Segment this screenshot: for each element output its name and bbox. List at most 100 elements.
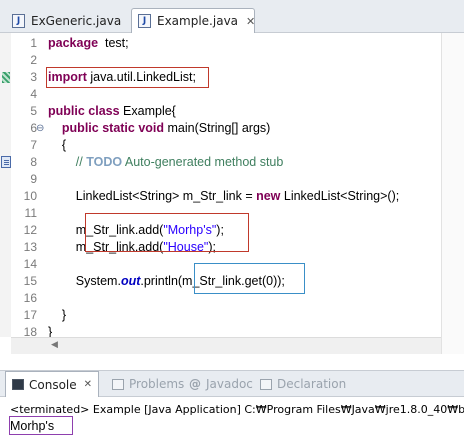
code-text: // TODO Auto-generated method stub (48, 154, 284, 171)
fold-toggle-icon[interactable]: ⊖ (36, 120, 46, 137)
code-token: out (120, 274, 141, 288)
code-token: ); (208, 240, 216, 254)
code-line[interactable]: 11 (0, 205, 441, 222)
code-line[interactable]: 6 ⊖ public static void main(String[] args… (0, 120, 441, 137)
code-token: test; (98, 36, 129, 50)
tab-label: Console (29, 377, 77, 392)
code-text: package test; (48, 35, 129, 52)
code-token: } (48, 308, 67, 322)
code-token: .println(m_Str_link.get(0)); (140, 274, 285, 288)
terminated-status: <terminated> Example [Java Application] … (10, 403, 464, 416)
code-line[interactable]: 10 LinkedList<String> m_Str_link = new L… (0, 188, 441, 205)
code-line[interactable]: 4 (0, 86, 441, 103)
code-line[interactable]: 14 (0, 256, 441, 273)
line-number: 10 (23, 189, 37, 203)
code-token: java.util.LinkedList; (86, 70, 196, 84)
code-token: System. (48, 274, 121, 288)
code-line[interactable]: 15 System.out.println(m_Str_link.get(0))… (0, 273, 441, 290)
code-line[interactable]: 9 (0, 171, 441, 188)
code-text: System.out.println(m_Str_link.get(0)); (48, 273, 285, 290)
task-marker-icon (1, 156, 11, 168)
declaration-icon (260, 378, 272, 390)
tab-problems[interactable]: Problems (112, 371, 184, 397)
code-text: public class Example{ (48, 103, 176, 120)
code-line[interactable]: 17 } (0, 307, 441, 324)
line-number: 14 (23, 257, 37, 271)
code-token: TODO (86, 155, 123, 169)
code-token: m_Str_link.add( (48, 240, 164, 254)
code-token: { (48, 138, 67, 152)
line-number: 17 (23, 308, 37, 322)
code-token: LinkedList<String> m_Str_link = (48, 189, 257, 203)
code-token: class (88, 104, 120, 118)
code-token: public (61, 121, 99, 135)
code-line[interactable]: 7 { (0, 137, 441, 154)
code-text: m_Str_link.add("Morhp's"); (48, 222, 224, 239)
java-file-icon: J (12, 13, 25, 28)
line-number: 3 (30, 70, 37, 84)
code-line[interactable]: 8 // TODO Auto-generated method stub (0, 154, 441, 171)
java-file-icon: J (138, 14, 151, 28)
code-line[interactable]: 16 (0, 290, 441, 307)
problems-icon (112, 378, 124, 390)
code-text: public static void main(String[] args) (48, 120, 270, 137)
line-number: 9 (30, 172, 37, 186)
tab-console[interactable]: Console ✕ (5, 371, 100, 397)
horizontal-scrollbar[interactable]: ◀ (11, 337, 441, 354)
line-number: 2 (30, 53, 37, 67)
code-token: Example{ (119, 104, 176, 118)
line-number: 4 (30, 87, 37, 101)
code-token: "Morhp's" (163, 223, 217, 237)
line-number: 8 (30, 155, 37, 169)
code-line[interactable]: 13 m_Str_link.add("House"); (0, 239, 441, 256)
code-text: } (48, 307, 66, 324)
code-token: new (256, 189, 281, 203)
line-number: 16 (23, 291, 37, 305)
editor-tab-bar: J ExGeneric.java J Example.java ✕ (0, 0, 464, 33)
line-number: 1 (30, 36, 37, 50)
javadoc-icon: @ (189, 377, 201, 391)
code-text: LinkedList<String> m_Str_link = new Link… (48, 188, 399, 205)
tab-label: ExGeneric.java (31, 13, 122, 28)
close-icon[interactable]: ✕ (246, 15, 255, 28)
change-marker-icon (2, 72, 10, 83)
code-token: ); (216, 223, 224, 237)
code-token: package (48, 36, 99, 50)
code-token: import (48, 70, 87, 84)
tab-exgeneric[interactable]: J ExGeneric.java (8, 8, 130, 33)
code-text: m_Str_link.add("House"); (48, 239, 216, 256)
console-tab-bar: Console ✕ Problems @ Javadoc Declaration (0, 370, 464, 397)
code-line[interactable]: 3 import java.util.LinkedList; (0, 69, 441, 86)
tab-label: Problems (129, 377, 185, 391)
code-line[interactable]: 5 public class Example{ (0, 103, 441, 120)
tab-javadoc[interactable]: @ Javadoc (189, 371, 253, 397)
tab-label: Example.java (157, 14, 239, 28)
code-line[interactable]: 1 package test; (0, 35, 441, 52)
code-text: import java.util.LinkedList; (48, 69, 196, 86)
line-number: 6 (30, 121, 37, 135)
console-icon (12, 379, 24, 390)
code-token: public (48, 104, 85, 118)
code-token: void (138, 121, 165, 135)
tab-label: Declaration (277, 377, 347, 391)
code-token: Auto-generated method stub (122, 155, 284, 169)
close-icon[interactable]: ✕ (84, 379, 92, 390)
vertical-scrollbar[interactable] (441, 33, 464, 354)
line-number: 12 (23, 223, 37, 237)
code-token: m_Str_link.add( (48, 223, 164, 237)
scroll-left-icon[interactable]: ◀ (51, 340, 58, 350)
console-output-line: Morhp's (10, 419, 55, 433)
tab-label: Javadoc (206, 377, 253, 391)
code-token: main(String[] args) (164, 121, 271, 135)
code-line[interactable]: 12 m_Str_link.add("Morhp's"); (0, 222, 441, 239)
code-editor[interactable]: 1 package test; 2 3 import java.util.LinkedL… (0, 33, 441, 354)
tab-declaration[interactable]: Declaration (260, 371, 346, 397)
console-output-area[interactable]: <terminated> Example [Java Application] … (0, 397, 464, 437)
tab-example[interactable]: J Example.java ✕ (131, 8, 255, 33)
line-number: 15 (23, 274, 37, 288)
line-number: 13 (23, 240, 37, 254)
code-token: LinkedList<String>(); (280, 189, 400, 203)
code-line[interactable]: 2 (0, 52, 441, 69)
code-token: static (102, 121, 135, 135)
